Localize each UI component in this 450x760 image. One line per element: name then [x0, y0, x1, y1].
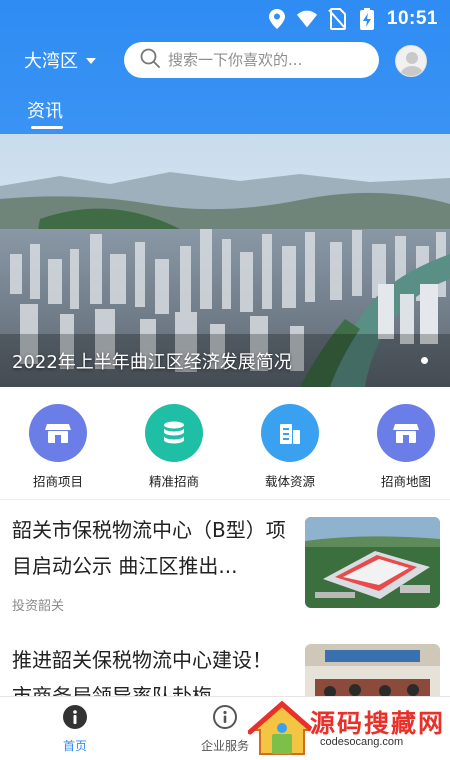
info-icon [63, 705, 87, 729]
nav-home[interactable]: 首页 [25, 705, 125, 754]
region-selector[interactable]: 大湾区 [24, 47, 96, 73]
news-item[interactable]: 推进韶关保税物流中心建设！市商务局领导率队赴梅... [0, 630, 450, 735]
info-icon [213, 705, 237, 729]
watermark-text: 源码搜藏网 [310, 709, 446, 738]
caret-down-icon [86, 58, 96, 64]
quick-action-label: 招商地图 [380, 474, 431, 489]
search-icon [140, 48, 160, 72]
tab-indicator [31, 126, 63, 129]
quick-action-map[interactable]: 招商地图 [361, 404, 450, 490]
avatar[interactable] [395, 45, 427, 77]
clock: 10:51 [386, 8, 438, 29]
news-thumbnail [305, 517, 440, 608]
quick-action-precise[interactable]: 精准招商 [129, 404, 219, 490]
watermark-url: codesocang.com [320, 736, 404, 748]
wifi-icon [296, 9, 317, 29]
building-icon [261, 404, 319, 462]
quick-action-label: 载体资源 [264, 474, 315, 489]
sim-off-icon [327, 8, 347, 30]
tab-news[interactable]: 资讯 [27, 97, 63, 123]
search-bar[interactable] [124, 42, 379, 78]
watermark: 源码搜藏网 codesocang.com [247, 700, 448, 758]
search-input[interactable] [168, 51, 368, 69]
news-source: 投资韶关 [12, 599, 65, 614]
location-icon [267, 9, 287, 29]
quick-action-label: 精准招商 [148, 474, 199, 489]
nav-label: 首页 [62, 739, 87, 753]
banner-title: 2022年上半年曲江区经济发展简况 [12, 352, 292, 373]
house-logo-icon [247, 700, 317, 755]
news-title: 韶关市保税物流中心（B型）项目启动公示 曲江区推出... [12, 518, 286, 578]
store-icon [29, 404, 87, 462]
top-bar: 大湾区 [0, 41, 450, 79]
news-item[interactable]: 韶关市保税物流中心（B型）项目启动公示 曲江区推出... 投资韶关 [0, 500, 450, 630]
battery-charging-icon [357, 8, 377, 30]
store-icon [377, 404, 435, 462]
quick-action-projects[interactable]: 招商项目 [13, 404, 103, 490]
database-icon [145, 404, 203, 462]
quick-action-label: 招商项目 [32, 474, 83, 489]
carousel-indicator [421, 357, 428, 364]
quick-actions: 招商项目 精准招商 载体资源 招商地图 [0, 387, 450, 499]
status-bar: 10:51 [267, 6, 438, 32]
app-header: 10:51 大湾区 资讯 [0, 0, 450, 134]
region-label: 大湾区 [24, 51, 78, 72]
quick-action-resources[interactable]: 载体资源 [245, 404, 335, 490]
banner-carousel[interactable]: 2022年上半年曲江区经济发展简况 [0, 134, 450, 387]
